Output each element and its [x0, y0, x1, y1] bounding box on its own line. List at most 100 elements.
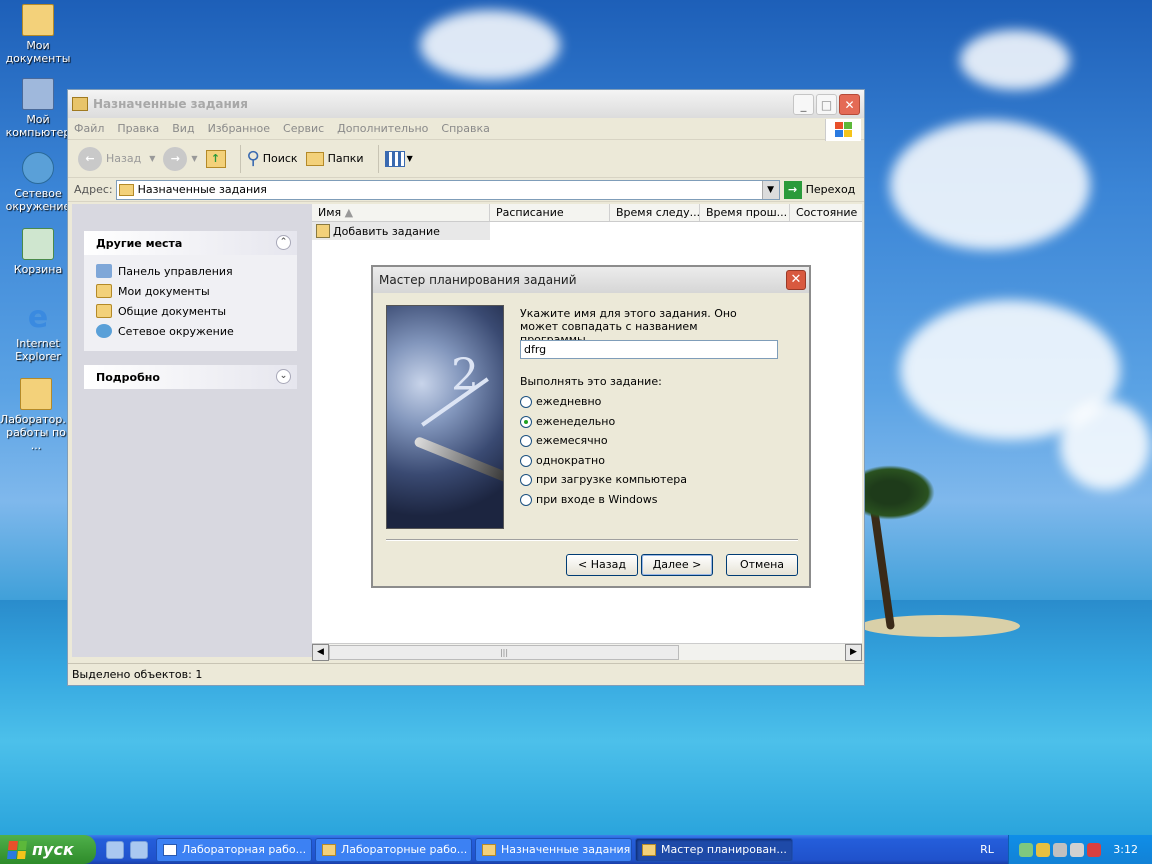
- taskbar-button[interactable]: Назначенные задания: [475, 837, 632, 862]
- network-tray-icon[interactable]: [1019, 842, 1033, 857]
- place-control-panel[interactable]: Панель управления: [96, 261, 297, 281]
- wizard-next-button[interactable]: Далее >: [641, 554, 713, 576]
- antivirus-icon[interactable]: [1053, 842, 1067, 857]
- menu-help[interactable]: Справка: [441, 122, 489, 135]
- address-dropdown-button[interactable]: ▼: [761, 180, 779, 199]
- radio-once[interactable]: однократно: [520, 454, 605, 467]
- taskbar-button[interactable]: Лабораторные рабо...: [315, 837, 472, 862]
- search-label: Поиск: [262, 152, 298, 165]
- other-places-panel: Другие места ⌃ Панель управления Мои док…: [84, 231, 297, 351]
- minimize-button[interactable]: _: [793, 94, 814, 115]
- volume-icon[interactable]: [1070, 842, 1084, 857]
- taskbar-button-label: Лабораторные рабо...: [341, 843, 468, 856]
- task-name-input[interactable]: dfrg: [520, 340, 778, 359]
- back-button[interactable]: ← Назад ▼: [78, 146, 155, 171]
- scheduled-tasks-icon: [72, 97, 88, 111]
- column-next-run[interactable]: Время следу...: [610, 204, 700, 221]
- folder-documents-icon: [96, 284, 112, 298]
- menu-tools[interactable]: Сервис: [283, 122, 324, 135]
- desktop-icon-network[interactable]: Сетевое окружение: [2, 152, 74, 213]
- column-status[interactable]: Состояние: [790, 204, 862, 221]
- place-shared-documents[interactable]: Общие документы: [96, 301, 297, 321]
- pen-shape: [413, 435, 503, 487]
- wizard-back-button[interactable]: < Назад: [566, 554, 638, 576]
- status-text: Выделено объектов: 1: [72, 668, 203, 681]
- toolbar-separator: [377, 144, 379, 173]
- address-input[interactable]: Назначенные задания ▼: [115, 179, 780, 200]
- maximize-button[interactable]: □: [816, 94, 837, 115]
- desktop-icon-recycle-bin[interactable]: Корзина: [2, 228, 74, 276]
- menu-advanced[interactable]: Дополнительно: [337, 122, 428, 135]
- language-indicator[interactable]: RL: [975, 835, 999, 864]
- go-label: Переход: [805, 183, 856, 196]
- collapse-icon[interactable]: ⌃: [276, 235, 291, 250]
- address-label: Адрес:: [74, 183, 113, 196]
- media-player-icon[interactable]: [130, 840, 148, 859]
- show-desktop-icon[interactable]: [106, 840, 124, 859]
- other-places-header[interactable]: Другие места ⌃: [84, 231, 297, 255]
- desktop-icon-lab-folder[interactable]: Лаборатор... работы по ...: [0, 378, 73, 452]
- scroll-thumb[interactable]: |||: [329, 644, 679, 660]
- shield-icon[interactable]: [1087, 842, 1101, 857]
- menu-favorites[interactable]: Избранное: [208, 122, 270, 135]
- menu-bar: Файл Правка Вид Избранное Сервис Дополни…: [68, 118, 864, 140]
- radio-daily[interactable]: ежедневно: [520, 395, 601, 408]
- list-item[interactable]: Добавить задание: [312, 222, 490, 240]
- folder-icon: [642, 843, 656, 856]
- scheduled-tasks-icon: [482, 843, 496, 856]
- taskbar-button-active[interactable]: Мастер планирован...: [635, 837, 793, 862]
- radio-monthly[interactable]: ежемесячно: [520, 434, 608, 447]
- desktop-icon-internet-explorer[interactable]: e Internet Explorer: [2, 302, 74, 364]
- radio-weekly[interactable]: еженедельно: [520, 415, 615, 428]
- scroll-left-button[interactable]: ◀: [312, 643, 329, 661]
- add-task-icon: [316, 224, 330, 238]
- wizard-cancel-button[interactable]: Отмена: [726, 554, 798, 576]
- desktop-icon-my-computer[interactable]: Мой компьютер: [2, 78, 74, 139]
- radio-button: [520, 493, 532, 506]
- column-schedule[interactable]: Расписание: [490, 204, 610, 221]
- window-title: Назначенные задания: [93, 97, 248, 111]
- radio-label: ежемесячно: [536, 434, 608, 447]
- desktop-icon-label: Мои документы: [5, 39, 71, 65]
- dialog-close-button[interactable]: ✕: [786, 270, 806, 290]
- views-button[interactable]: ▼: [384, 150, 413, 167]
- menu-file[interactable]: Файл: [74, 122, 104, 135]
- desktop-icon-label: Сетевое окружение: [5, 187, 71, 213]
- close-button[interactable]: ✕: [839, 94, 860, 115]
- forward-button[interactable]: → ▼: [163, 146, 198, 171]
- menu-edit[interactable]: Правка: [117, 122, 159, 135]
- folders-button[interactable]: Папки: [305, 151, 364, 166]
- desktop-icon-my-documents[interactable]: Мои документы: [2, 4, 74, 65]
- search-button[interactable]: ⚲ Поиск: [247, 148, 298, 169]
- column-name[interactable]: Имя ▲: [312, 204, 490, 221]
- dialog-titlebar[interactable]: Мастер планирования заданий ✕: [373, 267, 809, 293]
- radio-at-logon[interactable]: при входе в Windows: [520, 493, 658, 506]
- folder-up-icon: ↑: [205, 149, 226, 168]
- expand-icon[interactable]: ⌄: [276, 369, 291, 384]
- up-button[interactable]: ↑: [205, 149, 226, 168]
- column-label: Расписание: [496, 206, 564, 219]
- menu-view[interactable]: Вид: [172, 122, 194, 135]
- taskbar-button[interactable]: Лабораторная рабо...: [156, 837, 312, 862]
- views-icon: [384, 150, 405, 167]
- radio-button: [520, 473, 532, 486]
- computer-icon: [22, 78, 54, 110]
- place-label: Мои документы: [118, 284, 210, 298]
- column-last-run[interactable]: Время прош...: [700, 204, 790, 221]
- security-alert-icon[interactable]: [1036, 842, 1050, 857]
- radio-at-startup[interactable]: при загрузке компьютера: [520, 473, 687, 486]
- scroll-right-button[interactable]: ▶: [845, 643, 862, 661]
- column-label: Время прош...: [706, 206, 788, 219]
- desktop-icon-label: Корзина: [13, 263, 63, 276]
- place-my-documents[interactable]: Мои документы: [96, 281, 297, 301]
- horizontal-scrollbar[interactable]: ◀ ||| ▶: [312, 643, 862, 661]
- start-button[interactable]: пуск: [0, 835, 96, 864]
- clock[interactable]: 3:12: [1113, 835, 1138, 864]
- details-header[interactable]: Подробно ⌄: [84, 365, 297, 389]
- window-titlebar[interactable]: Назначенные задания _ □ ✕: [68, 90, 864, 118]
- go-button[interactable]: → Переход: [783, 180, 856, 199]
- place-network[interactable]: Сетевое окружение: [96, 321, 297, 341]
- folders-label: Папки: [327, 152, 364, 165]
- desktop-icon-label: Internet Explorer: [15, 337, 61, 363]
- toolbar-separator: [239, 144, 241, 173]
